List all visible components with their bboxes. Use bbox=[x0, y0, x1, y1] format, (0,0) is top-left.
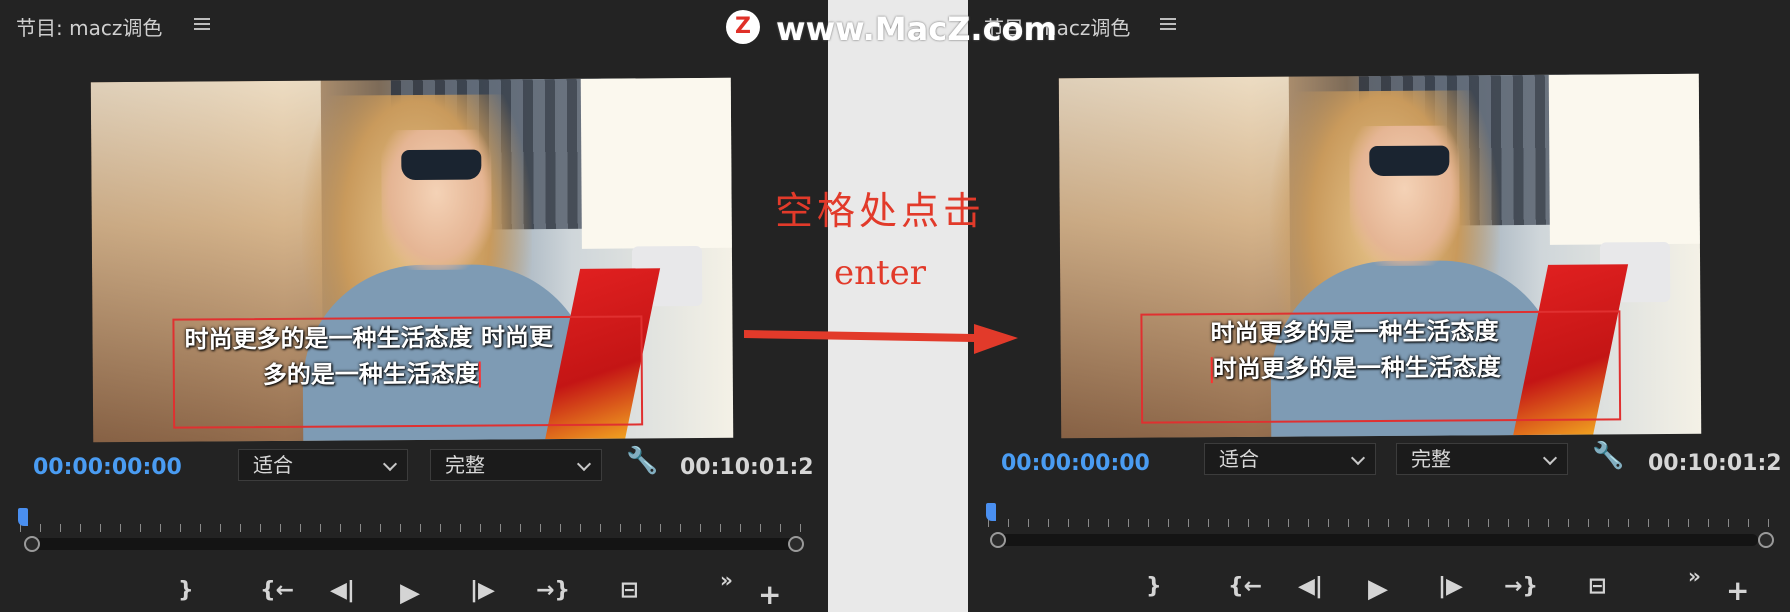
more-controls-icon[interactable]: » bbox=[1688, 564, 1701, 588]
panel-title: 节目: macz调色 bbox=[16, 16, 163, 40]
play-icon[interactable]: ▶ bbox=[1368, 574, 1388, 604]
caption-line-1[interactable]: 时尚更多的是一种生活态度 bbox=[1210, 313, 1498, 351]
resolution-value: 完整 bbox=[445, 453, 485, 477]
caption-line-2[interactable]: 时尚更多的是一种生活态度 bbox=[1210, 349, 1501, 387]
program-monitor-before: 节目: macz调色 时尚更多的是一种生活态度 时尚更 多的是一种生活态度 00… bbox=[0, 0, 828, 612]
chevron-down-icon bbox=[1350, 450, 1366, 466]
watermark-text: www.MacZ.com bbox=[776, 10, 1057, 48]
zoom-scrollbar[interactable] bbox=[998, 534, 1758, 546]
macz-logo-icon: Z bbox=[726, 10, 760, 44]
timeline-ruler[interactable] bbox=[20, 512, 816, 532]
playhead-timecode[interactable]: 00:00:00:00 bbox=[1001, 451, 1150, 476]
video-preview[interactable]: 时尚更多的是一种生活态度 时尚更 多的是一种生活态度 bbox=[90, 77, 734, 443]
instruction-english: enter bbox=[833, 253, 927, 293]
instruction-chinese: 空格处点击 bbox=[774, 189, 985, 233]
caption-line-2-text: 多的是一种生活态度 bbox=[262, 359, 479, 390]
playhead-marker[interactable] bbox=[18, 508, 28, 526]
scrollbar-right-handle[interactable] bbox=[1758, 532, 1774, 548]
more-controls-icon[interactable]: » bbox=[720, 568, 733, 592]
video-bg-sky bbox=[1548, 73, 1700, 245]
caption-line-1[interactable]: 时尚更多的是一种生活态度 时尚更 bbox=[184, 319, 553, 358]
zoom-fit-value: 适合 bbox=[1219, 447, 1259, 471]
text-cursor bbox=[478, 361, 481, 388]
hamburger-menu-icon[interactable] bbox=[1160, 18, 1176, 30]
zoom-fit-value: 适合 bbox=[253, 453, 293, 477]
video-bg-sky bbox=[580, 77, 732, 249]
video-preview[interactable]: 时尚更多的是一种生活态度 时尚更多的是一种生活态度 bbox=[1058, 73, 1702, 439]
go-to-next-edit-button[interactable]: →} bbox=[1504, 574, 1538, 599]
video-sunglasses bbox=[401, 149, 482, 181]
export-frame-button[interactable]: ⊟ bbox=[1588, 574, 1606, 599]
zoom-fit-select[interactable]: 适合 bbox=[1204, 443, 1376, 475]
export-frame-button[interactable]: ⊟ bbox=[620, 578, 638, 603]
program-monitor-after: 节目: macz调色 时尚更多的是一种生活态度 时尚更多的是一种生活态度 00:… bbox=[968, 0, 1790, 612]
resolution-value: 完整 bbox=[1411, 447, 1451, 471]
duration-timecode: 00:10:01:2 bbox=[1648, 451, 1782, 476]
instruction-annotation: 空格处点击 enter bbox=[760, 180, 1000, 293]
duration-timecode: 00:10:01:2 bbox=[680, 455, 814, 480]
playback-resolution-select[interactable]: 完整 bbox=[1396, 443, 1568, 475]
go-to-next-edit-button[interactable]: →} bbox=[536, 578, 570, 603]
chevron-down-icon bbox=[382, 456, 398, 472]
step-back-button[interactable]: ◀| bbox=[330, 578, 355, 603]
playback-resolution-select[interactable]: 完整 bbox=[430, 449, 602, 481]
wrench-icon[interactable]: 🔧 bbox=[1592, 441, 1624, 471]
timeline-ruler[interactable] bbox=[988, 507, 1778, 527]
go-to-previous-edit-button[interactable]: {← bbox=[1228, 574, 1262, 599]
caption-line-2[interactable]: 多的是一种生活态度 bbox=[263, 356, 481, 394]
mark-out-button[interactable]: } bbox=[1146, 574, 1162, 599]
wrench-icon[interactable]: 🔧 bbox=[626, 446, 658, 476]
caption-line-2-text: 时尚更多的是一种生活态度 bbox=[1212, 353, 1501, 384]
playhead-timecode[interactable]: 00:00:00:00 bbox=[33, 455, 182, 480]
chevron-down-icon bbox=[1542, 450, 1558, 466]
zoom-fit-select[interactable]: 适合 bbox=[238, 449, 408, 481]
step-back-button[interactable]: ◀| bbox=[1298, 574, 1323, 599]
arrow-right-icon bbox=[744, 324, 1018, 354]
video-sunglasses bbox=[1369, 145, 1450, 177]
step-forward-button[interactable]: |▶ bbox=[470, 578, 495, 603]
chevron-down-icon bbox=[576, 456, 592, 472]
mark-out-button[interactable]: } bbox=[178, 578, 194, 603]
scrollbar-left-handle[interactable] bbox=[24, 536, 40, 552]
playhead-marker[interactable] bbox=[986, 503, 996, 521]
go-to-previous-edit-button[interactable]: {← bbox=[260, 578, 294, 603]
play-icon[interactable]: ▶ bbox=[400, 578, 420, 608]
scrollbar-right-handle[interactable] bbox=[788, 536, 804, 552]
scrollbar-left-handle[interactable] bbox=[990, 532, 1006, 548]
hamburger-menu-icon[interactable] bbox=[194, 18, 210, 30]
step-forward-button[interactable]: |▶ bbox=[1438, 574, 1463, 599]
button-editor-add-icon[interactable]: + bbox=[758, 578, 781, 611]
button-editor-add-icon[interactable]: + bbox=[1726, 574, 1749, 607]
zoom-scrollbar[interactable] bbox=[30, 538, 796, 550]
